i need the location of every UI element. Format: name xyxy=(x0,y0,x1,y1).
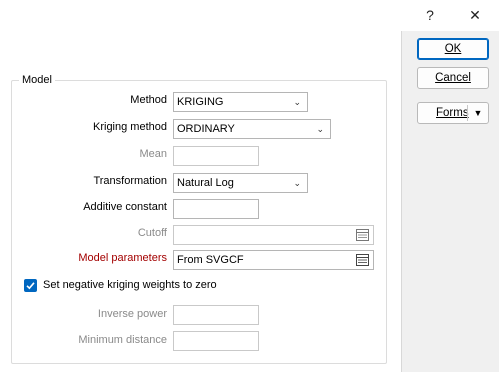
help-icon[interactable]: ? xyxy=(415,4,445,26)
transformation-label: Transformation xyxy=(93,175,167,187)
mean-input[interactable] xyxy=(173,146,259,166)
model-parameters-input[interactable]: From SVGCF xyxy=(173,250,374,270)
additive-constant-input[interactable] xyxy=(173,199,259,219)
set-negative-weights-checkbox[interactable] xyxy=(24,279,37,292)
method-select[interactable]: KRIGING ⌄ xyxy=(173,92,308,112)
cancel-button[interactable]: Cancel xyxy=(417,67,489,89)
mean-label: Mean xyxy=(139,148,167,160)
chevron-down-icon: ⌄ xyxy=(293,178,301,188)
kriging-method-select[interactable]: ORDINARY ⌄ xyxy=(173,119,331,139)
transformation-select[interactable]: Natural Log ⌄ xyxy=(173,173,308,193)
minimum-distance-label: Minimum distance xyxy=(78,334,167,346)
additive-constant-label: Additive constant xyxy=(83,201,167,213)
forms-dropdown-arrow[interactable]: ▼ xyxy=(471,103,485,123)
inverse-power-input[interactable] xyxy=(173,305,259,325)
cutoff-input[interactable] xyxy=(173,225,374,245)
cutoff-label: Cutoff xyxy=(137,227,167,239)
model-parameters-label: Model parameters xyxy=(78,252,167,264)
close-icon[interactable]: ✕ xyxy=(460,4,490,26)
ok-button[interactable]: OK xyxy=(417,38,489,60)
checkmark-icon xyxy=(26,282,35,290)
kriging-method-label: Kriging method xyxy=(93,121,167,133)
chevron-down-icon: ⌄ xyxy=(316,124,324,134)
chevron-down-icon: ⌄ xyxy=(293,97,301,107)
set-negative-weights-label[interactable]: Set negative kriging weights to zero xyxy=(43,279,217,291)
inverse-power-label: Inverse power xyxy=(97,308,167,320)
method-label: Method xyxy=(130,94,167,106)
model-group-title: Model xyxy=(19,74,55,86)
list-picker-icon[interactable] xyxy=(356,254,369,266)
title-bar: ? ✕ xyxy=(0,0,499,31)
forms-split-button[interactable]: Forms ▼ xyxy=(417,102,489,124)
minimum-distance-input[interactable] xyxy=(173,331,259,351)
list-picker-icon[interactable] xyxy=(356,229,369,241)
